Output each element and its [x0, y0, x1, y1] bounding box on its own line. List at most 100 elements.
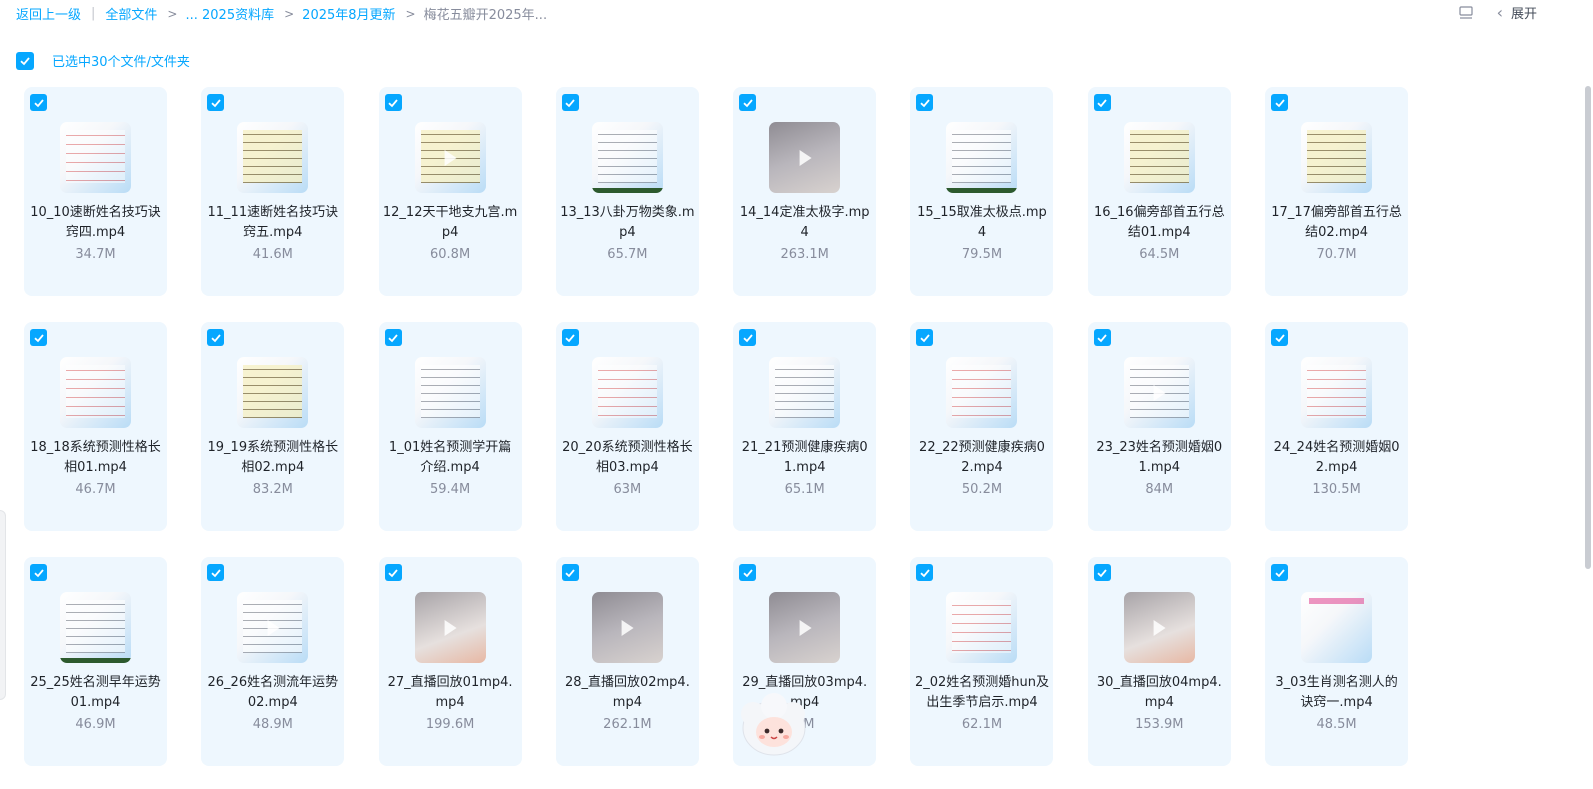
file-card[interactable]: 25_25姓名测早年运势01.mp4 46.9M	[24, 557, 167, 766]
file-name: 27_直播回放01mp4.mp4	[387, 675, 513, 710]
expand-button[interactable]: 展开	[1511, 3, 1537, 22]
cloud-mascot-icon[interactable]	[737, 692, 811, 758]
file-card[interactable]: 21_21预测健康疾病01.mp4 65.1M	[733, 322, 877, 531]
file-card[interactable]: 1_01姓名预测学开篇介绍.mp4 59.4M	[378, 322, 522, 531]
file-checkbox[interactable]	[207, 94, 225, 111]
video-thumbnail[interactable]	[946, 122, 1018, 193]
file-card[interactable]: 10_10速断姓名技巧诀窍四.mp4 34.7M	[24, 87, 167, 296]
file-name: 15_15取准太极点.mp4	[917, 205, 1047, 240]
file-checkbox[interactable]	[30, 94, 47, 111]
file-name: 23_23姓名预测婚姻01.mp4	[1096, 440, 1223, 475]
selection-bar: 已选中30个文件/文件夹	[16, 51, 190, 70]
file-checkbox[interactable]	[1093, 564, 1111, 581]
check-icon	[1274, 333, 1285, 342]
file-card[interactable]: 20_20系统预测性格长相03.mp4 63M	[555, 322, 699, 531]
file-name: 24_24姓名预测婚姻02.mp4	[1273, 440, 1400, 475]
file-card[interactable]: 30_直播回放04mp4.mp4 153.9M	[1087, 557, 1231, 766]
file-card[interactable]: 18_18系统预测性格长相01.mp4 46.7M	[24, 322, 167, 531]
breadcrumb: 返回上一级 | 全部文件 > ... 2025资料库 > 2025年8月更新 >…	[16, 4, 547, 23]
video-thumbnail[interactable]	[414, 592, 486, 663]
file-card[interactable]: 2_02姓名预测婚hun及出生季节启示.mp4 62.1M	[910, 557, 1054, 766]
file-checkbox[interactable]	[1271, 329, 1289, 346]
file-card[interactable]: 28_直播回放02mp4.mp4 262.1M	[555, 557, 699, 766]
video-thumbnail[interactable]	[591, 357, 663, 428]
file-size: 64.5M	[1139, 247, 1180, 262]
video-thumbnail[interactable]	[237, 357, 309, 428]
file-checkbox[interactable]	[1093, 329, 1111, 346]
file-checkbox[interactable]	[739, 329, 757, 346]
file-checkbox[interactable]	[207, 329, 225, 346]
video-thumbnail[interactable]	[414, 122, 486, 193]
video-thumbnail[interactable]	[591, 592, 663, 663]
file-checkbox[interactable]	[384, 329, 402, 346]
file-card[interactable]: 11_11速断姓名技巧诀窍五.mp4 41.6M	[201, 87, 345, 296]
video-thumbnail[interactable]	[1301, 592, 1373, 663]
video-thumbnail[interactable]	[237, 592, 309, 663]
play-icon	[1153, 384, 1166, 401]
file-checkbox[interactable]	[1271, 564, 1289, 581]
play-icon	[1153, 619, 1166, 636]
file-checkbox[interactable]	[916, 329, 934, 346]
chevron-left-icon[interactable]: ‹	[1497, 4, 1503, 21]
file-size: 62.1M	[961, 717, 1003, 732]
file-card[interactable]: 19_19系统预测性格长相02.mp4 83.2M	[201, 322, 345, 531]
file-checkbox[interactable]	[30, 564, 47, 581]
file-checkbox[interactable]	[384, 564, 402, 581]
file-checkbox[interactable]	[30, 329, 47, 346]
file-checkbox[interactable]	[1271, 94, 1289, 111]
video-thumbnail[interactable]	[769, 357, 841, 428]
file-size: 65.1M	[784, 482, 825, 497]
video-thumbnail[interactable]	[60, 592, 131, 663]
video-thumbnail[interactable]	[591, 122, 663, 193]
file-checkbox[interactable]	[561, 94, 579, 111]
file-size: 130.5M	[1312, 482, 1361, 497]
video-thumbnail[interactable]	[60, 357, 131, 428]
breadcrumb-all-files[interactable]: 全部文件	[105, 4, 157, 23]
file-checkbox[interactable]	[384, 94, 402, 111]
video-thumbnail[interactable]	[769, 122, 841, 193]
breadcrumb-2025-library[interactable]: ... 2025资料库	[185, 4, 274, 23]
file-card[interactable]: 26_26姓名测流年运势02.mp4 48.9M	[201, 557, 345, 766]
file-name: 11_11速断姓名技巧诀窍五.mp4	[207, 205, 339, 240]
video-thumbnail[interactable]	[1301, 122, 1373, 193]
video-thumbnail[interactable]	[414, 357, 486, 428]
video-thumbnail[interactable]	[946, 592, 1018, 663]
breadcrumb-aug-update[interactable]: 2025年8月更新	[302, 4, 395, 23]
file-card[interactable]: 23_23姓名预测婚姻01.mp4 84M	[1087, 322, 1231, 531]
play-icon	[799, 149, 812, 166]
side-panel-handle[interactable]	[0, 510, 6, 700]
file-checkbox[interactable]	[207, 564, 225, 581]
file-card[interactable]: 24_24姓名预测婚姻02.mp4 130.5M	[1265, 322, 1409, 531]
back-link[interactable]: 返回上一级	[16, 4, 81, 23]
file-checkbox[interactable]	[916, 564, 934, 581]
video-thumbnail[interactable]	[1123, 122, 1195, 193]
right-toolbar: ‹ 展开	[1458, 3, 1537, 22]
file-checkbox[interactable]	[561, 329, 579, 346]
file-checkbox[interactable]	[739, 94, 757, 111]
video-thumbnail[interactable]	[60, 122, 131, 193]
video-thumbnail[interactable]	[1301, 357, 1373, 428]
file-card[interactable]: 16_16偏旁部首五行总结01.mp4 64.5M	[1087, 87, 1231, 296]
video-thumbnail[interactable]	[946, 357, 1018, 428]
file-card[interactable]: 15_15取准太极点.mp4 79.5M	[910, 87, 1054, 296]
video-thumbnail[interactable]	[237, 122, 309, 193]
file-card[interactable]: 27_直播回放01mp4.mp4 199.6M	[378, 557, 522, 766]
top-bar: 返回上一级 | 全部文件 > ... 2025资料库 > 2025年8月更新 >…	[0, 0, 1593, 26]
file-card[interactable]: 13_13八卦万物类象.mp4 65.7M	[555, 87, 699, 296]
file-checkbox[interactable]	[739, 564, 757, 581]
video-thumbnail[interactable]	[769, 592, 841, 663]
file-checkbox[interactable]	[561, 564, 579, 581]
file-card[interactable]: 17_17偏旁部首五行总结02.mp4 70.7M	[1265, 87, 1409, 296]
check-icon	[1097, 333, 1107, 342]
file-card[interactable]: 14_14定准太极字.mp4 263.1M	[733, 87, 877, 296]
file-checkbox[interactable]	[1093, 94, 1111, 111]
select-all-checkbox[interactable]	[16, 51, 34, 70]
file-card[interactable]: 12_12天干地支九宫.mp4 60.8M	[378, 87, 522, 296]
scrollbar[interactable]	[1585, 86, 1591, 569]
video-thumbnail[interactable]	[1123, 357, 1195, 428]
list-view-icon[interactable]	[1458, 5, 1473, 20]
file-card[interactable]: 22_22预测健康疾病02.mp4 50.2M	[910, 322, 1054, 531]
file-card[interactable]: 3_03生肖测名测人的诀窍一.mp4 48.5M	[1265, 557, 1409, 766]
file-checkbox[interactable]	[916, 94, 934, 111]
video-thumbnail[interactable]	[1123, 592, 1195, 663]
